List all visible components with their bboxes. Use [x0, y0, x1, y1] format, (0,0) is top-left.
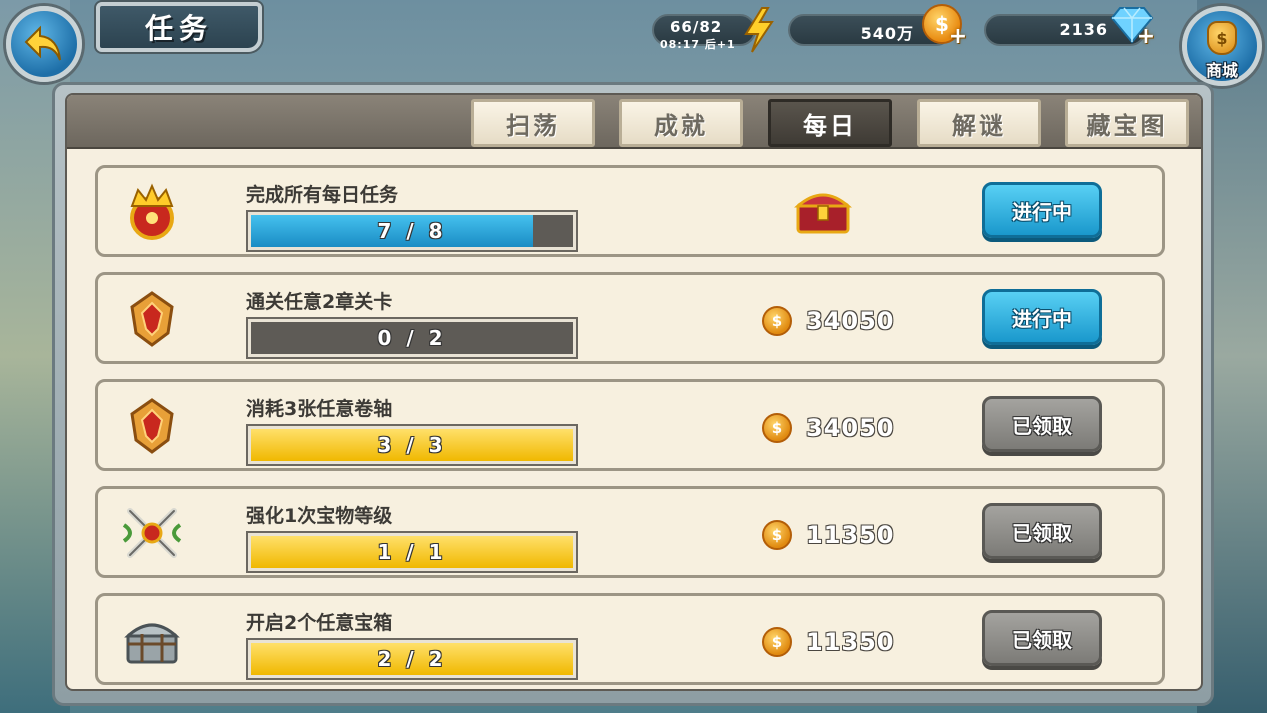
progress-text: 3 / 3 [377, 433, 447, 457]
gem-value: 2136 [1059, 20, 1108, 39]
task-title: 消耗3张任意卷轴 [246, 398, 393, 420]
progress-bar: 2 / 2 [248, 640, 576, 678]
reward-amount: 34050 [806, 307, 895, 335]
page-title: 任务 [144, 12, 213, 45]
gold-emblem-icon [130, 398, 174, 454]
lightning-bolt-icon [744, 7, 774, 53]
add-gems-button[interactable]: + [1136, 26, 1156, 48]
progress-text: 2 / 2 [377, 647, 447, 671]
progress-text: 1 / 1 [377, 540, 447, 564]
progress-bar: 3 / 3 [248, 426, 576, 464]
reward-amount: 34050 [806, 414, 895, 442]
task-panel-inner: 扫荡 成就 每日 解谜 藏宝图 完成所有每日任务 7 / 8 进行中 通关任意2… [65, 93, 1203, 691]
stamina-value: 66/82 [670, 18, 723, 36]
reward: $ 11350 [762, 515, 895, 555]
task-title: 强化1次宝物等级 [246, 505, 393, 527]
task-row: 消耗3张任意卷轴 3 / 3 $ 34050 已领取 [95, 379, 1165, 471]
task-status-button[interactable]: 进行中 [982, 289, 1102, 345]
gold-emblem-icon [130, 291, 174, 347]
tab-sweep[interactable]: 扫荡 [471, 99, 595, 147]
task-status-button[interactable]: 已领取 [982, 610, 1102, 666]
tab-puzzle[interactable]: 解谜 [917, 99, 1041, 147]
progress-bar: 0 / 2 [248, 319, 576, 357]
reward-amount: 11350 [806, 521, 895, 549]
progress-bar: 1 / 1 [248, 533, 576, 571]
coin-icon: $ [762, 413, 792, 443]
silver-chest-icon [124, 623, 180, 664]
task-row: 开启2个任意宝箱 2 / 2 $ 11350 已领取 [95, 593, 1165, 685]
reward: $ 34050 [762, 301, 895, 341]
crown-medal-icon [130, 183, 174, 240]
task-status-button[interactable]: 已领取 [982, 503, 1102, 559]
gold-value: 540万 [860, 24, 914, 43]
task-title: 完成所有每日任务 [246, 184, 399, 206]
coin-icon: $ [762, 627, 792, 657]
add-gold-button[interactable]: + [948, 26, 968, 48]
coin-icon: $ [762, 306, 792, 336]
page-title-plate: 任务 [96, 2, 262, 52]
task-row: 完成所有每日任务 7 / 8 进行中 [95, 165, 1165, 257]
progress-text: 7 / 8 [377, 219, 447, 243]
task-panel: 扫荡 成就 每日 解谜 藏宝图 完成所有每日任务 7 / 8 进行中 通关任意2… [52, 82, 1214, 706]
stamina-counter: 66/82 08:17 后+1 [652, 14, 756, 51]
tab-bar: 扫荡 成就 每日 解谜 藏宝图 [67, 95, 1201, 149]
money-bag-icon: $ [1207, 21, 1237, 55]
tab-achievements[interactable]: 成就 [619, 99, 743, 147]
back-button[interactable] [6, 6, 82, 82]
reward: $ 34050 [762, 408, 895, 448]
progress-text: 0 / 2 [377, 326, 447, 350]
task-row: 强化1次宝物等级 1 / 1 $ 11350 已领取 [95, 486, 1165, 578]
shop-label: 商城 [1205, 61, 1238, 80]
stamina-timer: 08:17 后+1 [660, 38, 736, 51]
task-title: 通关任意2章关卡 [246, 291, 393, 313]
progress-bar: 7 / 8 [248, 212, 576, 250]
task-title: 开启2个任意宝箱 [246, 612, 393, 634]
task-status-button[interactable]: 已领取 [982, 396, 1102, 452]
treasure-chest-icon [794, 193, 852, 234]
reward-amount: 11350 [806, 628, 895, 656]
back-arrow-icon [24, 25, 61, 61]
coin-icon: $ [762, 520, 792, 550]
crossed-swords-icon [122, 508, 182, 558]
task-row: 通关任意2章关卡 0 / 2 $ 34050 进行中 [95, 272, 1165, 364]
reward: $ 11350 [762, 622, 895, 662]
tab-daily[interactable]: 每日 [768, 99, 892, 147]
shop-button[interactable]: $ 商城 [1182, 6, 1262, 86]
tab-treasure-map[interactable]: 藏宝图 [1065, 99, 1189, 147]
task-status-button[interactable]: 进行中 [982, 182, 1102, 238]
